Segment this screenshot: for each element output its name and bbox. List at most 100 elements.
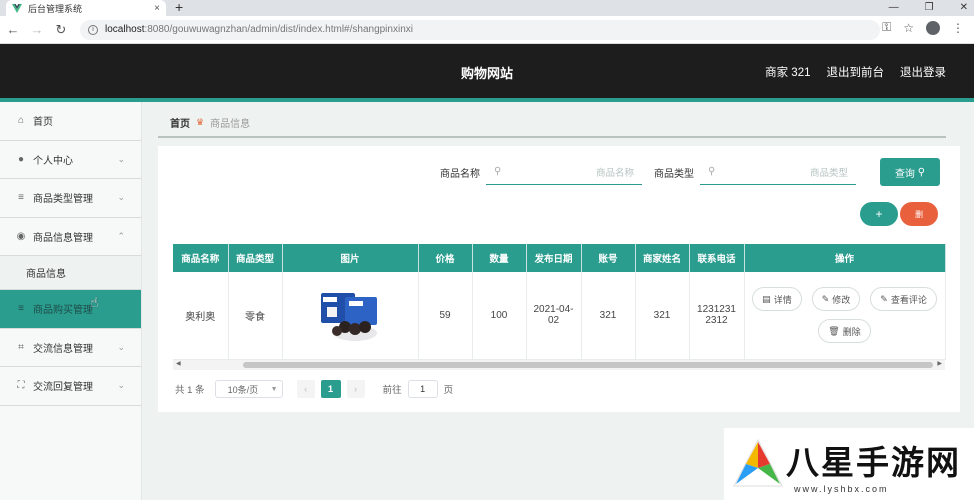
fullscreen-icon: ⛶ bbox=[17, 380, 25, 392]
product-image[interactable] bbox=[315, 287, 385, 343]
column-header: 联系电话 bbox=[689, 244, 745, 272]
product-type-label: 商品类型 bbox=[654, 168, 694, 180]
page-size-select[interactable]: 10条/页 ▼ bbox=[214, 380, 283, 398]
kebab-menu-icon[interactable]: ⋮ bbox=[952, 21, 964, 35]
sidebar-item-home[interactable]: ⌂ 首页 bbox=[0, 102, 141, 141]
edit-button[interactable]: ✎ 修改 bbox=[811, 287, 861, 312]
sidebar-item-label: 商品购买管理 bbox=[33, 305, 93, 317]
profile-avatar-icon[interactable] bbox=[926, 20, 940, 35]
main-panel: 商品名称 ⚲ 商品名称 商品类型 ⚲ 商品类型 查询 ⚲ + 删 商品名称 商品… bbox=[158, 146, 960, 412]
trash-icon: 🗑 bbox=[828, 325, 840, 336]
new-tab-icon[interactable]: + bbox=[175, 0, 183, 15]
add-button-label: + bbox=[875, 207, 883, 221]
product-type-placeholder: 商品类型 bbox=[809, 167, 848, 179]
info-icon[interactable]: i bbox=[88, 24, 98, 35]
column-header: 商家姓名 bbox=[635, 244, 690, 272]
url-field[interactable]: i localhost:8080/gouwuwagnzhan/admin/dis… bbox=[80, 19, 880, 40]
row-delete-button-label: 删除 bbox=[842, 326, 861, 337]
chevron-down-icon: ⌄ bbox=[117, 153, 125, 164]
sidebar-item-label: 商品信息管理 bbox=[33, 232, 93, 244]
edit-icon: ✎ bbox=[880, 293, 888, 304]
breadcrumb-home[interactable]: 首页 bbox=[170, 115, 190, 130]
page-number-button[interactable]: 1 bbox=[320, 380, 341, 398]
breadcrumb: 首页 ♛ 商品信息 bbox=[158, 108, 946, 138]
column-header: 图片 bbox=[282, 244, 419, 272]
delete-button[interactable]: 删 bbox=[900, 202, 938, 226]
column-header: 价格 bbox=[418, 244, 473, 272]
sidebar-item-purchase[interactable]: ≡ 商品购买管理 bbox=[0, 290, 141, 329]
column-header: 商品类型 bbox=[228, 244, 283, 272]
query-button[interactable]: 查询 ⚲ bbox=[880, 158, 940, 186]
cell-image bbox=[282, 272, 419, 360]
reload-icon[interactable]: ↻ bbox=[50, 22, 72, 38]
total-count: 共 1 条 bbox=[175, 385, 205, 396]
location-icon: ◉ bbox=[16, 230, 26, 242]
product-type-input[interactable]: ⚲ 商品类型 bbox=[700, 159, 856, 185]
browser-tab-strip: 后台管理系统 × + — ❐ ✕ bbox=[0, 0, 974, 16]
key-icon[interactable]: ⚿ bbox=[882, 20, 891, 35]
page-size-value: 10条/页 bbox=[227, 384, 259, 395]
product-name-label: 商品名称 bbox=[440, 168, 480, 180]
vue-logo-icon bbox=[12, 3, 22, 13]
forward-icon[interactable]: → bbox=[26, 22, 48, 37]
search-icon: ⚲ bbox=[708, 166, 716, 177]
edit-icon: ✎ bbox=[821, 293, 830, 304]
sidebar-item-product-type[interactable]: ≡ 商品类型管理 ⌄ bbox=[0, 179, 141, 218]
chevron-down-icon: ⌄ bbox=[117, 341, 125, 352]
minimize-icon[interactable]: — bbox=[889, 0, 899, 16]
query-button-label: 查询 bbox=[894, 168, 915, 180]
sidebar-item-label: 交流信息管理 bbox=[33, 343, 93, 355]
view-comments-button[interactable]: ✎ 查看评论 bbox=[870, 287, 937, 312]
goto-page-input[interactable]: 1 bbox=[407, 380, 438, 398]
address-icons: ⚿ ☆ ⋮ bbox=[882, 20, 964, 35]
column-header: 账号 bbox=[581, 244, 636, 272]
browser-tab[interactable]: 后台管理系统 × bbox=[6, 0, 166, 16]
header-accent-stripe bbox=[0, 98, 974, 102]
page-unit-label: 页 bbox=[443, 385, 454, 396]
cell-phone: 12312312312 bbox=[689, 272, 745, 360]
scrollbar-thumb[interactable] bbox=[243, 362, 933, 368]
product-name-placeholder: 商品名称 bbox=[595, 167, 634, 179]
star-icon[interactable]: ☆ bbox=[903, 21, 914, 35]
watermark-text: 八星手游网 bbox=[786, 443, 961, 482]
back-to-front-link[interactable]: 退出到前台 bbox=[827, 64, 885, 80]
watermark-logo-icon bbox=[733, 438, 783, 487]
tab-close-icon[interactable]: × bbox=[154, 3, 160, 14]
next-page-button[interactable]: › bbox=[346, 380, 365, 398]
scroll-left-icon[interactable]: ◀ bbox=[176, 360, 181, 367]
horizontal-scrollbar[interactable]: ◀ ▶ bbox=[173, 360, 945, 370]
sidebar-item-exchange-info[interactable]: ⌗ 交流信息管理 ⌄ bbox=[0, 329, 141, 367]
scroll-right-icon[interactable]: ▶ bbox=[937, 360, 942, 367]
crop-icon: ⌗ bbox=[18, 341, 24, 353]
chevron-down-icon: ⌄ bbox=[117, 192, 125, 203]
cell-name: 奥利奥 bbox=[173, 272, 229, 360]
back-icon[interactable]: ← bbox=[2, 22, 24, 37]
logout-link[interactable]: 退出登录 bbox=[900, 64, 946, 80]
row-delete-button[interactable]: 🗑 删除 bbox=[818, 319, 871, 344]
product-name-input[interactable]: ⚲ 商品名称 bbox=[486, 159, 642, 185]
address-bar-row: ← → ↻ i localhost:8080/gouwuwagnzhan/adm… bbox=[0, 16, 974, 44]
breadcrumb-current: 商品信息 bbox=[210, 118, 251, 130]
url-path: :8080/gouwuwagnzhan/admin/dist/index.htm… bbox=[144, 24, 413, 35]
sidebar-item-exchange-reply[interactable]: ⛶ 交流回复管理 ⌄ bbox=[0, 367, 141, 406]
prev-page-button[interactable]: ‹ bbox=[296, 380, 315, 398]
add-button[interactable]: + bbox=[860, 202, 898, 226]
chevron-down-icon: ▼ bbox=[270, 385, 278, 393]
cell-merchant: 321 bbox=[635, 272, 690, 360]
sidebar-subitem-product-info[interactable]: 商品信息 bbox=[0, 256, 141, 290]
restore-icon[interactable]: ❐ bbox=[925, 0, 934, 16]
column-header: 发布日期 bbox=[526, 244, 582, 272]
goto-label: 前往 bbox=[382, 385, 402, 396]
hand-cursor-icon: ☝ bbox=[90, 294, 99, 310]
watermark: 八星手游网 www.lyshbx.com bbox=[724, 428, 974, 500]
pagination: 共 1 条 10条/页 ▼ ‹ 1 › 前往 1 页 bbox=[175, 380, 453, 398]
tab-title: 后台管理系统 bbox=[28, 3, 83, 14]
menu-icon: ≡ bbox=[18, 303, 24, 315]
window-close-icon[interactable]: ✕ bbox=[960, 0, 968, 16]
cell-date: 2021-04-02 bbox=[526, 272, 582, 360]
sidebar-item-personal-center[interactable]: ● 个人中心 ⌄ bbox=[0, 141, 141, 179]
cell-account: 321 bbox=[581, 272, 636, 360]
app-header: 购物网站 商家 321 退出到前台 退出登录 bbox=[0, 44, 974, 98]
detail-button[interactable]: ▤ 详情 bbox=[752, 287, 802, 312]
sidebar-item-product-info[interactable]: ◉ 商品信息管理 ⌃ bbox=[0, 218, 141, 256]
